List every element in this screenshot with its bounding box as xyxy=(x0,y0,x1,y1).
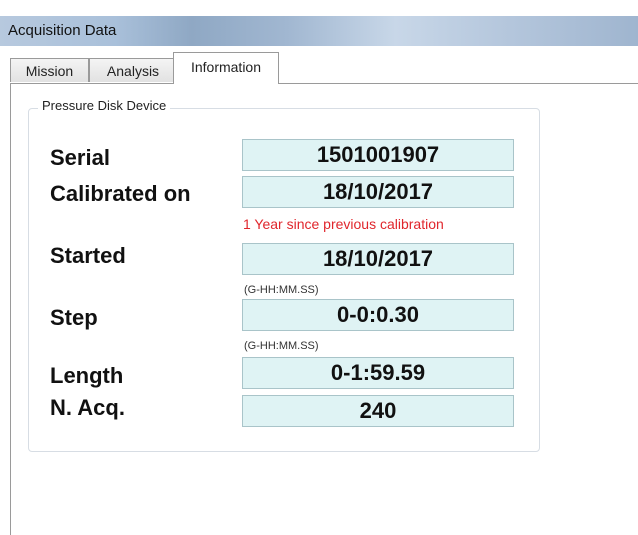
n-acq-label: N. Acq. xyxy=(50,395,125,420)
started-label: Started xyxy=(50,243,126,268)
started-value: 18/10/2017 xyxy=(242,243,514,275)
calibrated-on-label: Calibrated on xyxy=(50,181,191,206)
tab-mission[interactable]: Mission xyxy=(10,58,89,82)
acquisition-data-window: Acquisition Data Mission Analysis Inform… xyxy=(0,0,638,535)
tab-information[interactable]: Information xyxy=(173,52,279,84)
serial-label: Serial xyxy=(50,145,110,170)
n-acq-value: 240 xyxy=(242,395,514,427)
serial-value: 1501001907 xyxy=(242,139,514,171)
title-bar[interactable]: Acquisition Data xyxy=(0,16,638,46)
tab-analysis[interactable]: Analysis xyxy=(89,58,177,82)
group-label: Pressure Disk Device xyxy=(38,98,171,113)
step-format-hint: (G-HH:MM.SS) xyxy=(244,284,319,296)
window-title: Acquisition Data xyxy=(8,22,117,39)
length-format-hint: (G-HH:MM.SS) xyxy=(244,340,319,352)
step-value: 0-0:0.30 xyxy=(242,299,514,331)
calibration-note: 1 Year since previous calibration xyxy=(243,216,444,232)
step-label: Step xyxy=(50,305,98,330)
length-label: Length xyxy=(50,363,124,388)
length-value: 0-1:59.59 xyxy=(242,357,514,389)
calibrated-on-value: 18/10/2017 xyxy=(242,176,514,208)
